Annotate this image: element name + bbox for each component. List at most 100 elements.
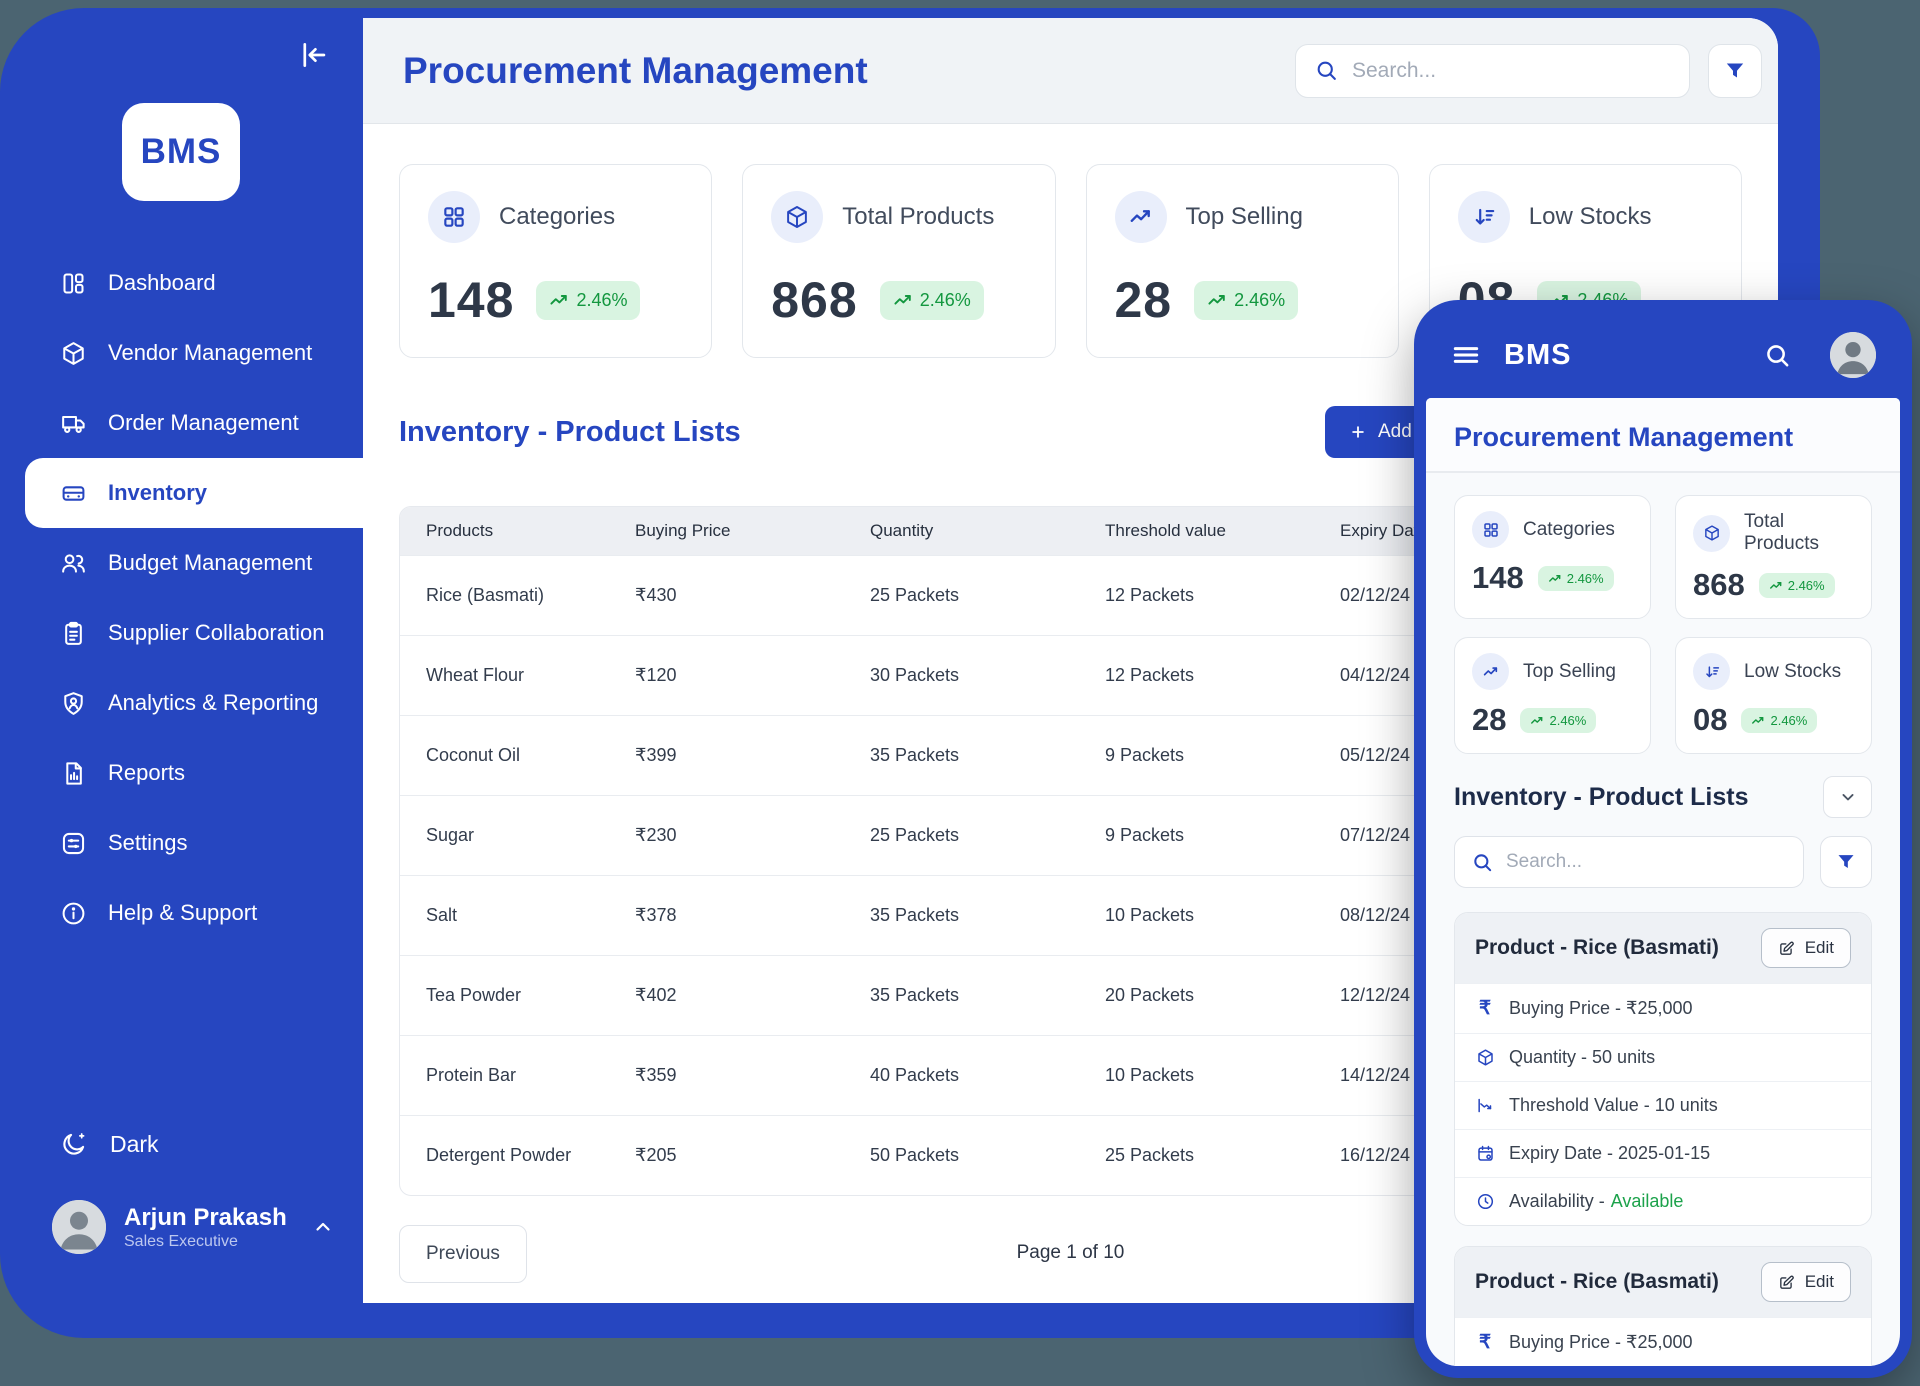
product-title: Product - Rice (Basmati) [1475, 1270, 1719, 1294]
sidebar-item-label: Dashboard [108, 270, 216, 296]
sidebar-item-reports[interactable]: Reports [0, 738, 363, 808]
calendar-icon [1475, 1144, 1495, 1163]
stat-label: Categories [499, 203, 615, 231]
sidebar-item-label: Analytics & Reporting [108, 690, 318, 716]
mobile-section-header: Inventory - Product Lists [1426, 758, 1900, 820]
clock-icon [1475, 1192, 1495, 1211]
product-card-header: Product - Rice (Basmati) Edit [1455, 1247, 1871, 1317]
product-detail-row: Availability - Available [1455, 1177, 1871, 1225]
main-header: Procurement Management [363, 18, 1778, 124]
stat-label: Total Products [1744, 511, 1854, 555]
sidebar-item-order-management[interactable]: Order Management [0, 388, 363, 458]
product-detail-row: Expiry Date - 2025-01-15 [1455, 1129, 1871, 1177]
filter-button[interactable] [1820, 836, 1872, 888]
avatar[interactable] [1830, 332, 1876, 378]
users-icon [60, 550, 87, 577]
stat-label: Top Selling [1523, 661, 1616, 683]
stat-change-badge: 2.46% [536, 281, 640, 320]
filter-button[interactable] [1708, 44, 1762, 98]
sidebar-item-help-support[interactable]: Help & Support [0, 878, 363, 948]
stat-change-badge: 2.46% [880, 281, 984, 320]
sort-down-icon [1458, 191, 1510, 243]
dark-mode-label: Dark [110, 1131, 159, 1158]
stat-label: Total Products [842, 203, 994, 231]
cube-icon [1693, 515, 1730, 552]
availability-value: Available [1611, 1191, 1684, 1212]
stat-change-badge: 2.46% [1194, 281, 1298, 320]
brand-text: BMS [141, 132, 222, 172]
stat-value: 868 [771, 271, 857, 329]
avatar [52, 1200, 106, 1254]
page-title: Procurement Management [403, 50, 868, 92]
stat-card-categories: Categories 148 2.46% [1454, 495, 1651, 619]
product-card: Product - Rice (Basmati) Edit ₹ Buying P… [1454, 912, 1872, 1226]
sidebar-item-supplier-collaboration[interactable]: Supplier Collaboration [0, 598, 363, 668]
edit-pencil-icon [1778, 940, 1795, 957]
search-input[interactable] [1352, 59, 1671, 83]
search-icon [1314, 58, 1339, 83]
edit-button[interactable]: Edit [1761, 1262, 1851, 1302]
funnel-icon [1723, 59, 1747, 83]
edit-pencil-icon [1778, 1274, 1795, 1291]
stat-card-total-products: Total Products 868 2.46% [1675, 495, 1872, 619]
chevron-down-icon[interactable] [1823, 776, 1872, 818]
sidebar-item-label: Settings [108, 830, 188, 856]
sidebar-item-analytics-reporting[interactable]: Analytics & Reporting [0, 668, 363, 738]
chevron-up-icon[interactable] [311, 1215, 335, 1239]
sidebar-item-dashboard[interactable]: Dashboard [0, 248, 363, 318]
section-title: Inventory - Product Lists [399, 416, 741, 448]
stat-label: Low Stocks [1529, 203, 1652, 231]
column-header: Threshold value [1105, 521, 1340, 541]
product-card-header: Product - Rice (Basmati) Edit [1455, 913, 1871, 983]
sidebar-item-label: Budget Management [108, 550, 312, 576]
user-menu[interactable]: Arjun Prakash Sales Executive [52, 1200, 335, 1254]
settings-sliders-icon [60, 830, 87, 857]
search-box[interactable] [1454, 836, 1804, 888]
dark-mode-toggle[interactable]: Dark [60, 1130, 159, 1158]
hamburger-menu-icon[interactable] [1450, 339, 1482, 371]
grid-icon [1472, 511, 1509, 548]
van-icon [60, 480, 87, 507]
stat-value: 08 [1693, 702, 1727, 738]
mobile-header: BMS [1426, 312, 1900, 398]
product-title: Product - Rice (Basmati) [1475, 936, 1719, 960]
sidebar-item-budget-management[interactable]: Budget Management [0, 528, 363, 598]
stat-card-low-stocks: Low Stocks 08 2.46% [1675, 637, 1872, 754]
column-header: Products [400, 521, 635, 541]
search-box[interactable] [1295, 44, 1690, 98]
search-input[interactable] [1506, 851, 1787, 873]
search-icon[interactable] [1763, 341, 1792, 370]
sidebar-item-inventory[interactable]: Inventory [25, 458, 363, 528]
stat-label: Low Stocks [1744, 661, 1841, 683]
rupee-icon: ₹ [1475, 997, 1495, 1020]
info-icon [60, 900, 87, 927]
stat-change-badge: 2.46% [1741, 708, 1817, 733]
product-detail-row: ₹ Buying Price - ₹25,000 [1455, 1317, 1871, 1366]
sidebar-item-settings[interactable]: Settings [0, 808, 363, 878]
stat-change-badge: 2.46% [1520, 708, 1596, 733]
shield-user-icon [60, 690, 87, 717]
stat-label: Top Selling [1186, 203, 1303, 231]
stat-card-categories: Categories 148 2.46% [399, 164, 712, 358]
stat-value: 28 [1115, 271, 1173, 329]
column-header: Quantity [870, 521, 1105, 541]
stat-change-badge: 2.46% [1538, 566, 1614, 591]
sort-down-icon [1693, 653, 1730, 690]
stat-label: Categories [1523, 519, 1615, 541]
brand-logo: BMS [122, 103, 240, 201]
report-icon [60, 760, 87, 787]
mobile-preview-panel: BMS Procurement Management Categories 14… [1414, 300, 1912, 1378]
edit-button[interactable]: Edit [1761, 928, 1851, 968]
grid-icon [428, 191, 480, 243]
clipboard-icon [60, 620, 87, 647]
sidebar-collapse-icon[interactable] [297, 38, 337, 78]
product-detail-row: ₹ Buying Price - ₹25,000 [1455, 983, 1871, 1033]
mobile-titlebar: Procurement Management [1426, 398, 1900, 473]
stat-value: 868 [1693, 567, 1745, 603]
sidebar-item-label: Reports [108, 760, 185, 786]
sidebar-item-label: Vendor Management [108, 340, 312, 366]
chart-down-icon [1475, 1096, 1495, 1115]
rupee-icon: ₹ [1475, 1331, 1495, 1354]
sidebar-item-vendor-management[interactable]: Vendor Management [0, 318, 363, 388]
column-header: Buying Price [635, 521, 870, 541]
